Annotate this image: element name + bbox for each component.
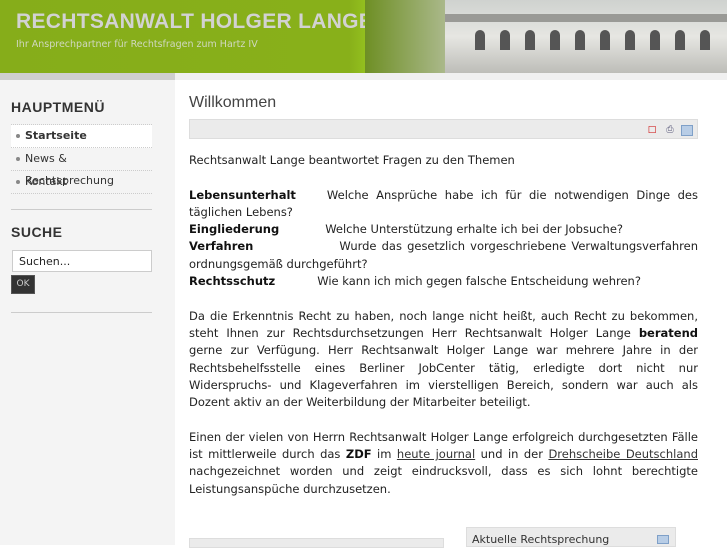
email-icon[interactable]	[681, 125, 693, 136]
site-title[interactable]: RECHTSANWALT HOLGER LANGE	[16, 10, 373, 34]
topic-term: Lebensunterhalt	[189, 187, 296, 202]
drehscheibe-link[interactable]: Drehscheibe Deutschland	[548, 447, 698, 461]
site-subtitle: Ihr Ansprechpartner für Rechtsfragen zum…	[16, 39, 258, 50]
news-module: Aktuelle Rechtsprechung	[466, 527, 676, 547]
topic-term: Rechtsschutz	[189, 274, 276, 289]
topic-term: Verfahren	[189, 239, 254, 254]
heute-journal-link[interactable]: heute journal	[397, 447, 475, 461]
email-icon[interactable]	[657, 535, 669, 544]
topic-term: Eingliederung	[189, 222, 280, 237]
news-module-title[interactable]: Aktuelle Rechtsprechung	[472, 533, 609, 546]
paragraph: Einen der vielen von Herrn Rechtsanwalt …	[189, 429, 698, 496]
search-input[interactable]	[12, 250, 152, 272]
divider	[11, 209, 152, 210]
topic-text: Wurde das gesetzlich vorgeschriebene Ver…	[189, 239, 698, 271]
menu-item-news[interactable]: News & Rechtsprechung	[11, 148, 152, 187]
article-toolbar: □ ⎙	[189, 119, 698, 139]
site-header: RECHTSANWALT HOLGER LANGE Ihr Ansprechpa…	[0, 0, 727, 73]
main-menu-heading: HAUPTMENÜ	[11, 99, 105, 115]
sidebar: HAUPTMENÜ Startseite News & Rechtsprechu…	[0, 80, 175, 545]
pdf-icon[interactable]: □	[646, 125, 658, 136]
page-title: Willkommen	[189, 94, 277, 111]
divider	[11, 312, 152, 313]
topic-text: Welche Unterstützung erhalte ich bei der…	[325, 222, 624, 237]
search-ok-button[interactable]: OK	[11, 275, 35, 294]
topics-list: Lebensunterhalt Welche Ansprüche habe ich…	[189, 187, 698, 291]
menu-item-kontakt[interactable]: Kontakt	[11, 171, 152, 194]
search-heading: SUCHE	[11, 224, 63, 240]
module-box	[189, 538, 444, 548]
print-icon[interactable]: ⎙	[664, 125, 676, 136]
intro-text: Rechtsanwalt Lange beantwortet Fragen zu…	[189, 153, 515, 167]
article-body: Rechtsanwalt Lange beantwortet Fragen zu…	[189, 152, 698, 515]
topic-text: Wie kann ich mich gegen falsche Entschei…	[317, 274, 641, 289]
menu-item-startseite[interactable]: Startseite	[11, 125, 152, 148]
main-menu: Startseite News & Rechtsprechung Kontakt	[11, 124, 152, 194]
paragraph: Da die Erkenntnis Recht zu haben, noch l…	[189, 308, 698, 410]
header-building-image	[365, 0, 727, 73]
header-divider	[0, 73, 727, 80]
